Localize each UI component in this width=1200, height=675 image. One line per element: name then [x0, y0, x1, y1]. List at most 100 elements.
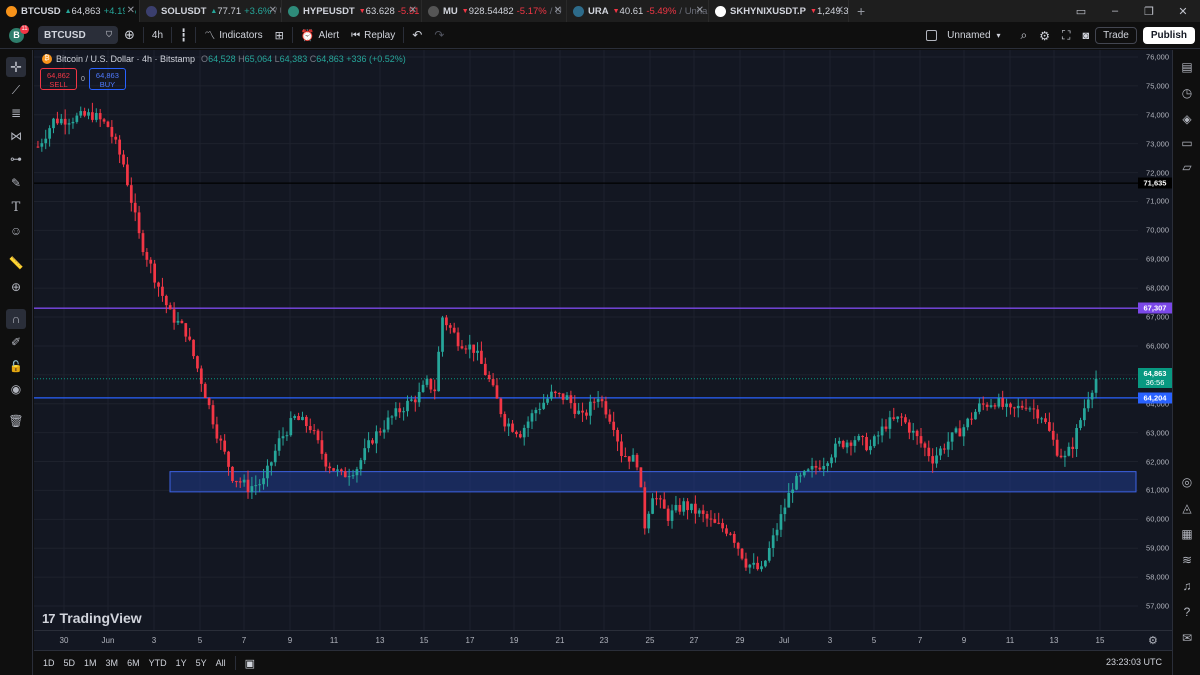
candle-body: [600, 399, 604, 402]
templates-button[interactable]: ⊞: [269, 22, 290, 49]
tab-mu[interactable]: MU ▼ 928.54482 -5.17% / U ✕: [422, 0, 567, 22]
close-tab-icon[interactable]: ✕: [552, 5, 562, 16]
symbol-search[interactable]: BTCUSD ⛉: [38, 26, 118, 44]
chart-type-button[interactable]: ┇: [174, 22, 193, 49]
close-tab-icon[interactable]: ✕: [267, 5, 277, 16]
settings-button[interactable]: ⚙: [1033, 22, 1056, 49]
trade-button[interactable]: Trade: [1095, 27, 1137, 44]
object-tree-button[interactable]: ◈: [1178, 110, 1196, 128]
chart-legend[interactable]: ₿ Bitcoin / U.S. Dollar · 4h · Bitstamp …: [42, 54, 406, 64]
chat-bubble-button[interactable]: ✉: [1178, 629, 1196, 647]
utc-clock[interactable]: 23:23:03 UTC: [1106, 657, 1162, 667]
close-tab-icon[interactable]: ✕: [124, 5, 135, 16]
streams-button[interactable]: ≋: [1178, 551, 1196, 569]
close-tab-icon[interactable]: ✕: [407, 5, 417, 16]
stay-drawing-tool[interactable]: ✐: [6, 332, 26, 352]
text-tool[interactable]: T: [6, 197, 26, 217]
replay-button[interactable]: ⏮ Replay: [345, 22, 401, 49]
range-button-ytd[interactable]: YTD: [149, 658, 167, 668]
tab-btcusd[interactable]: BTCUSD▲ 64,863 +4.19%/✕: [0, 0, 140, 22]
layout-icon[interactable]: ▭: [1064, 5, 1098, 18]
help-button[interactable]: ?: [1178, 603, 1196, 621]
alert-button[interactable]: ⏰ Alert: [295, 22, 345, 49]
candle-body: [837, 440, 841, 444]
remove-drawings-tool[interactable]: 🗑: [6, 411, 26, 431]
range-button-6m[interactable]: 6M: [127, 658, 140, 668]
magnet-tool[interactable]: ∩: [6, 309, 26, 329]
range-button-1d[interactable]: 1D: [43, 658, 55, 668]
candle-body: [1005, 403, 1008, 407]
watchlist-button[interactable]: ▤: [1178, 58, 1196, 76]
range-button-1y[interactable]: 1Y: [176, 658, 187, 668]
layout-menu[interactable]: Unnamed ▾: [920, 22, 1014, 49]
range-button-5y[interactable]: 5Y: [196, 658, 207, 668]
candle-body: [705, 513, 709, 519]
notifications-button[interactable]: ♫: [1178, 577, 1196, 595]
alerts-button[interactable]: ◷: [1178, 84, 1196, 102]
tab-ura[interactable]: URA ▼ 40.61 -5.49% / Unna ✕: [567, 0, 709, 22]
trend-line-tool[interactable]: ⟋: [6, 80, 26, 100]
indicators-button[interactable]: 〽 Indicators: [198, 22, 268, 49]
new-tab-button[interactable]: +: [849, 0, 873, 22]
tab-hypeusdt[interactable]: HYPEUSDT ▼ 63.628 -5.51 ✕: [282, 0, 422, 22]
signals-button[interactable]: ◬: [1178, 499, 1196, 517]
ideas-button[interactable]: ◎: [1178, 473, 1196, 491]
axis-settings-icon[interactable]: ⚙: [1148, 634, 1158, 647]
candle-body: [942, 448, 946, 450]
range-button-3m[interactable]: 3M: [106, 658, 119, 668]
quick-search-button[interactable]: ⌕: [1015, 22, 1034, 49]
goto-date-icon[interactable]: ▣: [245, 657, 255, 670]
range-button-5d[interactable]: 5D: [64, 658, 76, 668]
zoom-tool[interactable]: ⊕: [6, 277, 26, 297]
candle-body: [1079, 420, 1082, 428]
maximize-icon[interactable]: ❐: [1132, 5, 1166, 18]
candle-body: [110, 126, 114, 137]
candlestick-chart[interactable]: [34, 50, 1138, 630]
calendar-button[interactable]: ▦: [1178, 525, 1196, 543]
support-zone-rectangle[interactable]: [169, 471, 1137, 493]
price-label-purple[interactable]: 67,307: [1138, 302, 1172, 314]
sell-button[interactable]: 64,862 SELL: [40, 68, 77, 90]
candle-body: [421, 384, 425, 392]
candle-body: [740, 548, 744, 559]
undo-button[interactable]: ↶: [406, 22, 428, 49]
price-label-black[interactable]: 71,635: [1138, 177, 1172, 189]
buy-button[interactable]: 64,863 BUY: [88, 68, 126, 90]
redo-button[interactable]: ↷: [428, 22, 450, 49]
lock-drawings-tool[interactable]: 🔓: [6, 356, 26, 376]
fullscreen-button[interactable]: ⛶: [1056, 22, 1076, 49]
interval-button[interactable]: 4h: [146, 22, 169, 49]
close-window-icon[interactable]: ✕: [1166, 5, 1200, 18]
snapshot-button[interactable]: ◙: [1076, 22, 1095, 49]
chart-pane[interactable]: [34, 50, 1138, 630]
price-label-blue[interactable]: 64,204: [1138, 392, 1172, 404]
tab-skhynixusdt.p[interactable]: SKHYNIXUSDT.P▼ 1,249.39✕: [709, 0, 849, 22]
messages-button[interactable]: ▭: [1178, 134, 1196, 152]
emoji-tool[interactable]: ☺: [6, 221, 26, 241]
publish-button[interactable]: Publish: [1142, 27, 1195, 44]
tab-solusdt[interactable]: SOLUSDT▲ 77.71 +3.6%/ U✕: [140, 0, 282, 22]
time-axis[interactable]: 30 Jun 3 5 7 9 11 13 15 17 19 21 23 25 27 29 Jul 3 5 7 9 11 13…: [34, 630, 1172, 650]
hide-drawings-tool[interactable]: ◉: [6, 379, 26, 399]
candle-body: [783, 507, 787, 515]
close-tab-icon[interactable]: ✕: [834, 5, 844, 16]
tab-symbol: URA: [588, 5, 609, 17]
compare-button[interactable]: ⊕: [118, 22, 141, 49]
comments-button[interactable]: ▱: [1178, 158, 1196, 176]
current-price-label[interactable]: 64,863 36:56: [1138, 367, 1172, 388]
crosshair-tool[interactable]: ✛: [6, 57, 26, 77]
brush-tool[interactable]: ✎: [6, 173, 26, 193]
projection-tool[interactable]: ⊶: [6, 149, 26, 169]
range-button-all[interactable]: All: [216, 658, 226, 668]
close-tab-icon[interactable]: ✕: [694, 5, 704, 16]
candle-body: [752, 562, 756, 565]
bitcoin-icon: [6, 5, 17, 17]
fib-tool[interactable]: ≣: [6, 103, 26, 123]
candle-body: [234, 481, 238, 483]
range-button-1m[interactable]: 1M: [84, 658, 97, 668]
minimize-icon[interactable]: –: [1098, 5, 1132, 17]
price-axis[interactable]: 76,000 75,000 74,000 73,000 72,000 71,000 70,0…: [1138, 50, 1172, 630]
pattern-tool[interactable]: ⋈: [6, 126, 26, 146]
candle-body: [231, 466, 234, 482]
ruler-tool[interactable]: 📏: [6, 253, 26, 273]
